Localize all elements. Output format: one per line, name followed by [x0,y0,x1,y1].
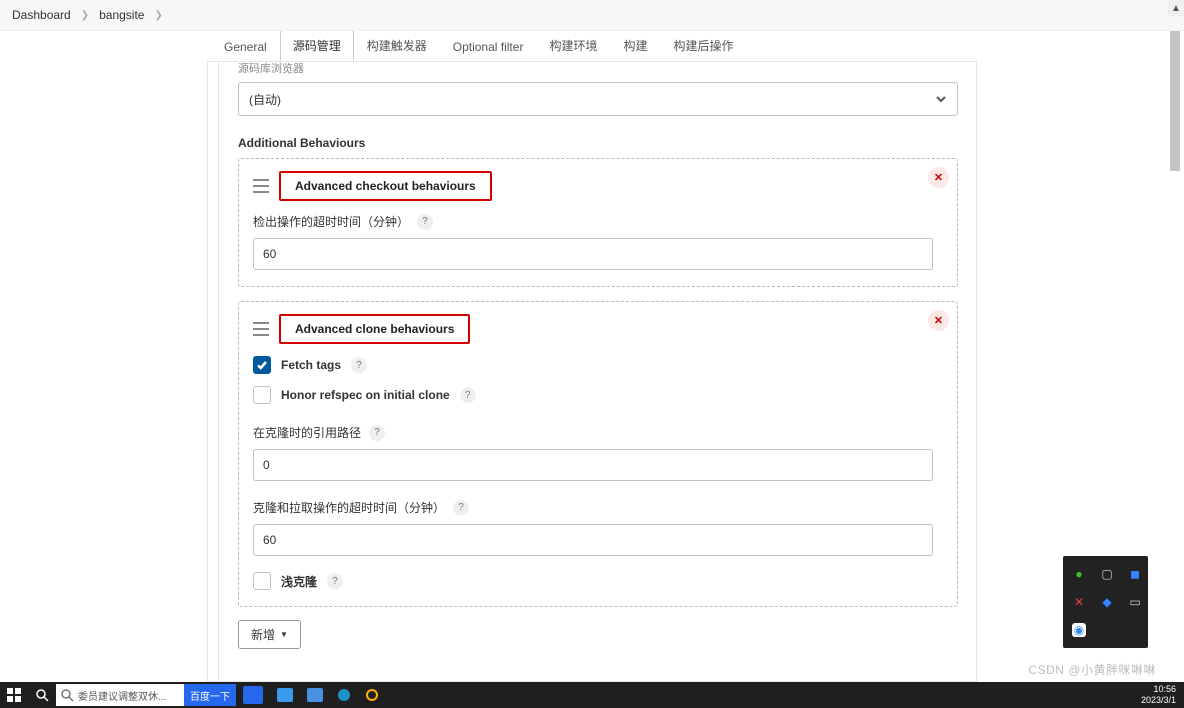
tab-triggers[interactable]: 构建触发器 [354,31,440,61]
scroll-up-button[interactable]: ▲ [1168,0,1184,16]
repo-browser-label: 源码库浏览器 [238,61,958,76]
clock-time: 10:56 [1141,684,1176,695]
add-behaviour-button[interactable]: 新增 ▼ [238,620,301,649]
delete-behaviour-button[interactable]: ✕ [928,310,949,331]
windows-logo-icon [7,688,21,702]
behaviour-title: Advanced clone behaviours [279,314,470,344]
taskbar-app-1[interactable] [236,682,270,708]
behaviour-title: Advanced checkout behaviours [279,171,492,201]
clone-timeout-input[interactable]: 60 [253,524,933,556]
outer-scrollbar[interactable] [1170,31,1180,682]
honor-refspec-label: Honor refspec on initial clone [281,388,450,402]
breadcrumb-bar: Dashboard ❯ bangsite ❯ ▲ [0,0,1184,31]
tab-build[interactable]: 构建 [610,31,660,61]
breadcrumb-dashboard[interactable]: Dashboard [12,8,71,22]
start-button[interactable] [0,682,28,708]
honor-refspec-row: Honor refspec on initial clone ? [253,386,943,404]
checkout-timeout-row: 检出操作的超时时间（分钟） ? [253,213,943,230]
fetch-tags-label: Fetch tags [281,358,341,372]
clone-timeout-label: 克隆和拉取操作的超时时间（分钟） [253,499,445,516]
help-icon[interactable]: ? [453,500,469,516]
repo-browser-select[interactable]: (自动) [238,82,958,116]
breadcrumb-sep-icon: ❯ [154,10,162,21]
additional-behaviours-title: Additional Behaviours [238,136,958,150]
taskbar-search-placeholder: 委员建议调整双休... [78,688,166,703]
ref-path-input[interactable]: 0 [253,449,933,481]
fetch-tags-row: Fetch tags ? [253,356,943,374]
add-behaviour-label: 新增 [251,626,275,643]
shallow-clone-checkbox[interactable] [253,572,271,590]
config-tabs: General 源码管理 构建触发器 Optional filter 构建环境 … [207,31,977,61]
mute-icon[interactable]: ✕ [1071,594,1087,610]
tab-scm[interactable]: 源码管理 [280,31,354,61]
help-icon[interactable]: ? [369,425,385,441]
help-icon[interactable]: ? [327,573,343,589]
drag-handle-icon[interactable] [253,322,269,336]
config-column: General 源码管理 构建触发器 Optional filter 构建环境 … [207,31,977,682]
taskbar-app-2[interactable] [270,682,300,708]
behaviour-header: Advanced clone behaviours [253,314,943,344]
window-icon[interactable]: ▢ [1099,566,1115,582]
tab-post-build[interactable]: 构建后操作 [660,31,746,61]
app-icon [307,688,323,702]
help-icon[interactable]: ? [417,214,433,230]
floating-tray-widget[interactable]: ● ▢ ◼ ✕ ◆ ▭ ◉ [1063,556,1148,648]
drag-handle-icon[interactable] [253,179,269,193]
search-icon [60,688,74,702]
screen-icon[interactable]: ▭ [1127,594,1143,610]
config-panel: 源码库浏览器 (自动) Additional Behaviours ✕ Adva… [207,61,977,682]
edge-icon [337,688,351,702]
taskbar-app-4[interactable] [358,682,386,708]
behaviour-header: Advanced checkout behaviours [253,171,943,201]
clone-timeout-value: 60 [263,533,276,547]
circle-icon [365,688,379,702]
shallow-clone-row: 浅克隆 ? [253,572,943,590]
windows-taskbar: 委员建议调整双休... 百度一下 10:56 2023/3/1 [0,682,1184,708]
watermark-text: CSDN @小黄胖咪啉啉 [1028,661,1156,678]
page-body: General 源码管理 构建触发器 Optional filter 构建环境 … [0,31,1184,682]
ref-path-value: 0 [263,458,270,472]
app-icon[interactable]: ◼ [1127,566,1143,582]
breadcrumb-project[interactable]: bangsite [99,8,144,22]
help-icon[interactable]: ? [460,387,476,403]
checkout-timeout-label: 检出操作的超时时间（分钟） [253,213,409,230]
taskbar-edge[interactable] [330,682,358,708]
scrollbar-thumb[interactable] [1170,31,1180,171]
taskbar-search-input[interactable]: 委员建议调整双休... [56,684,184,706]
app-icon [277,688,293,702]
app-icon [243,686,263,704]
chevron-down-icon [935,93,947,105]
clone-timeout-row: 克隆和拉取操作的超时时间（分钟） ? [253,499,943,516]
ref-path-row: 在克隆时的引用路径 ? [253,424,943,441]
tab-general[interactable]: General [211,33,280,61]
shallow-clone-label: 浅克隆 [281,573,317,590]
fetch-tags-checkbox[interactable] [253,356,271,374]
delete-behaviour-button[interactable]: ✕ [928,167,949,188]
taskbar-clock[interactable]: 10:56 2023/3/1 [1141,684,1184,706]
behaviour-advanced-checkout: ✕ Advanced checkout behaviours 检出操作的超时时间… [238,158,958,287]
taskbar-app-3[interactable] [300,682,330,708]
behaviour-advanced-clone: ✕ Advanced clone behaviours Fetch tags ?… [238,301,958,607]
repo-browser-value: (自动) [249,91,281,108]
tab-optional-filter[interactable]: Optional filter [440,33,537,61]
clock-date: 2023/3/1 [1141,695,1176,706]
ref-path-label: 在克隆时的引用路径 [253,424,361,441]
checkout-timeout-input[interactable]: 60 [253,238,933,270]
search-icon [35,688,49,702]
caret-down-icon: ▼ [280,630,288,639]
breadcrumb-sep-icon: ❯ [81,10,89,21]
tab-build-env[interactable]: 构建环境 [536,31,610,61]
honor-refspec-checkbox[interactable] [253,386,271,404]
checkout-timeout-value: 60 [263,247,276,261]
shield-icon[interactable]: ◆ [1099,594,1115,610]
panel-gutter [218,62,219,681]
wechat-icon[interactable]: ● [1071,566,1087,582]
baidu-search-button[interactable]: 百度一下 [184,684,236,706]
cortana-button[interactable] [28,682,56,708]
help-icon[interactable]: ? [351,357,367,373]
capture-icon[interactable]: ◉ [1072,623,1086,637]
